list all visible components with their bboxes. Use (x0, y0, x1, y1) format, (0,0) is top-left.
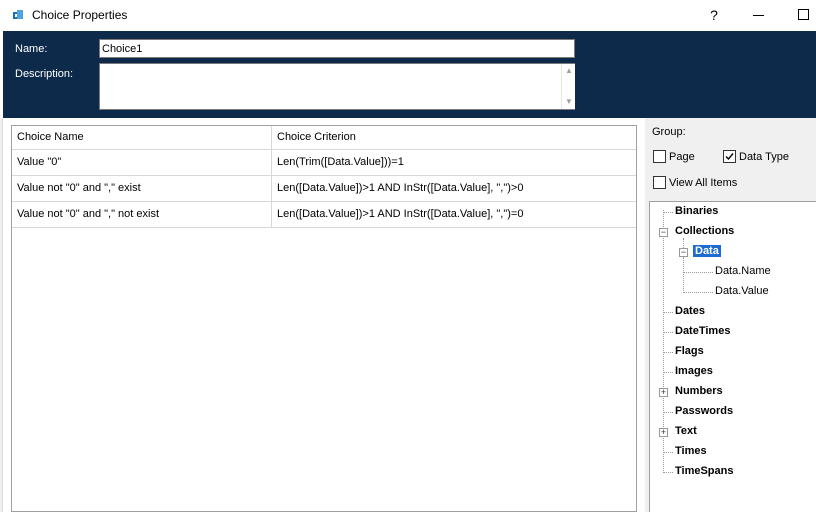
choice-grid: Choice Name Choice Criterion Value "0" L… (11, 125, 637, 512)
choice-criterion-cell[interactable]: Len([Data.Value])>1 AND InStr([Data.Valu… (272, 202, 636, 227)
tree-item-text[interactable]: Text (675, 425, 697, 437)
view-all-items-label[interactable]: View All Items (669, 177, 737, 189)
grid-header-row: Choice Name Choice Criterion (12, 126, 636, 150)
tree-connector (683, 257, 684, 293)
expand-icon[interactable]: + (659, 428, 668, 437)
scroll-up-icon[interactable]: ▲ (564, 66, 574, 76)
data-items-panel: Group: Page Data Type View All Items Bin… (645, 118, 816, 512)
tree-item-data-value[interactable]: Data.Value (715, 285, 769, 297)
page-checkbox-label[interactable]: Page (669, 151, 695, 163)
properties-header: Name: Description: ▲ ▼ (3, 31, 816, 118)
tree-item-binaries[interactable]: Binaries (675, 205, 718, 217)
data-type-checkbox-label[interactable]: Data Type (739, 151, 789, 163)
data-type-checkbox[interactable] (723, 150, 736, 163)
tree-item-numbers[interactable]: Numbers (675, 385, 723, 397)
tree-item-timespans[interactable]: TimeSpans (675, 465, 734, 477)
tree-connector (663, 312, 673, 313)
help-button[interactable]: ? (702, 4, 726, 26)
name-label: Name: (15, 43, 48, 55)
tree-item-collections[interactable]: Collections (675, 225, 734, 237)
checkmark-icon (725, 153, 734, 161)
tree-connector (663, 452, 673, 453)
description-textarea[interactable] (99, 63, 575, 110)
maximize-icon (798, 9, 809, 20)
tree-connector (683, 292, 713, 293)
collapse-icon[interactable]: − (659, 228, 668, 237)
column-header-choice-criterion[interactable]: Choice Criterion (272, 126, 636, 149)
tree-item-dates[interactable]: Dates (675, 305, 705, 317)
choice-name-cell[interactable]: Value not "0" and "," not exist (12, 202, 272, 227)
app-icon (13, 10, 23, 19)
page-checkbox[interactable] (653, 150, 666, 163)
scroll-down-icon[interactable]: ▼ (564, 97, 574, 107)
title-bar: Choice Properties ? (0, 0, 816, 31)
window-title: Choice Properties (32, 8, 128, 22)
minimize-icon (753, 15, 764, 16)
tree-item-passwords[interactable]: Passwords (675, 405, 733, 417)
tree-connector (663, 352, 673, 353)
description-label: Description: (15, 68, 74, 80)
tree-connector (663, 372, 673, 373)
name-input[interactable] (99, 39, 575, 58)
choice-criterion-cell[interactable]: Len(Trim([Data.Value]))=1 (272, 150, 636, 175)
tree-connector (663, 412, 673, 413)
expand-icon[interactable]: + (659, 388, 668, 397)
minimize-button[interactable] (747, 4, 771, 26)
table-row[interactable]: Value not "0" and "," not exist Len([Dat… (12, 202, 636, 228)
maximize-button[interactable] (792, 4, 816, 26)
tree-item-flags[interactable]: Flags (675, 345, 704, 357)
collapse-icon[interactable]: − (679, 248, 688, 257)
description-scrollbar[interactable]: ▲ ▼ (561, 64, 575, 109)
tree-item-images[interactable]: Images (675, 365, 713, 377)
choice-name-cell[interactable]: Value "0" (12, 150, 272, 175)
tree-item-datetimes[interactable]: DateTimes (675, 325, 730, 337)
tree-connector (663, 332, 673, 333)
table-row[interactable]: Value "0" Len(Trim([Data.Value]))=1 (12, 150, 636, 176)
tree-item-data-name[interactable]: Data.Name (715, 265, 771, 277)
group-label: Group: (652, 126, 686, 138)
column-header-choice-name[interactable]: Choice Name (12, 126, 272, 149)
tree-connector (663, 212, 673, 213)
tree-connector (683, 272, 713, 273)
data-items-tree: Binaries − Collections − Data Data.Name … (649, 201, 816, 512)
table-row[interactable]: Value not "0" and "," exist Len([Data.Va… (12, 176, 636, 202)
left-edge (0, 118, 3, 512)
tree-connector (663, 472, 673, 473)
choice-name-cell[interactable]: Value not "0" and "," exist (12, 176, 272, 201)
tree-item-times[interactable]: Times (675, 445, 707, 457)
tree-item-data[interactable]: Data (693, 245, 721, 257)
view-all-items-checkbox[interactable] (653, 176, 666, 189)
choice-criterion-cell[interactable]: Len([Data.Value])>1 AND InStr([Data.Valu… (272, 176, 636, 201)
